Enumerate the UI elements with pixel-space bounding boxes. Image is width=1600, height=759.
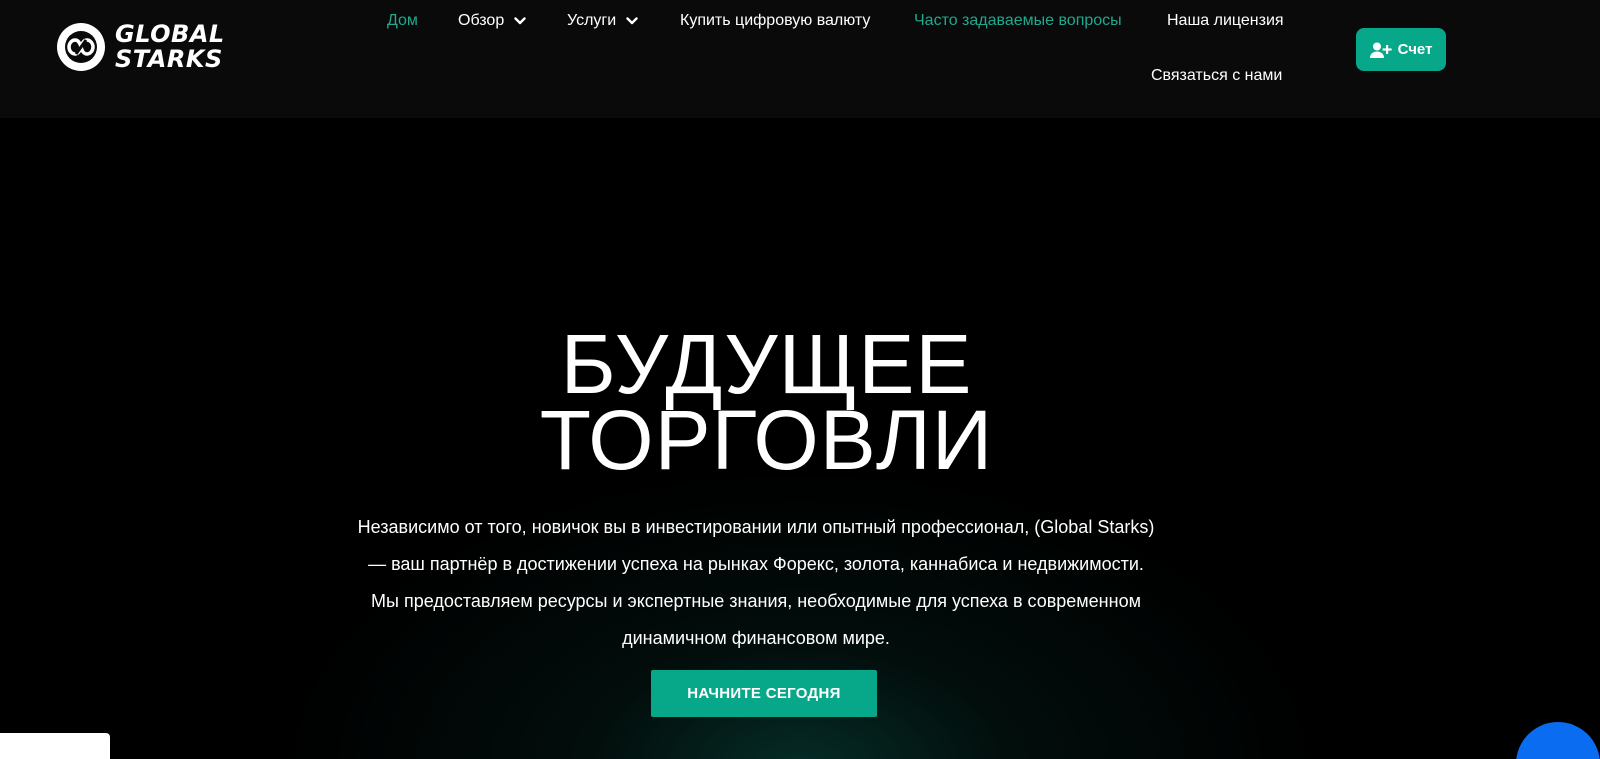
nav-home-label: Дом xyxy=(387,12,418,29)
nav-contact[interactable]: Связаться с нами xyxy=(1151,66,1282,86)
nav-buy-crypto[interactable]: Купить цифровую валюту xyxy=(680,11,870,31)
site-header: GLOBAL STARKS Дом Обзор Услуги Купить ци… xyxy=(0,0,1600,118)
brand-line-2: STARKS xyxy=(115,45,223,73)
nav-overview-label: Обзор xyxy=(458,12,505,29)
nav-contact-label: Связаться с нами xyxy=(1151,67,1283,84)
hero-text-line-4: динамичном финансовом мире. xyxy=(622,628,890,648)
hero-description: Независимо от того, новичок вы в инвести… xyxy=(322,509,1190,657)
nav-buy-crypto-label: Купить цифровую валюту xyxy=(680,12,871,29)
start-today-button[interactable]: НАЧНИТЕ СЕГОДНЯ xyxy=(651,670,877,717)
hero-title-line-2: ТОРГОВЛИ xyxy=(539,393,994,487)
account-button[interactable]: Счет xyxy=(1356,28,1446,71)
brand-logo[interactable]: GLOBAL STARKS xyxy=(55,21,225,73)
account-button-label: Счет xyxy=(1397,41,1433,58)
infinity-link-icon xyxy=(57,23,105,71)
hero-text-line-2: — ваш партнёр в достижении успеха на рын… xyxy=(368,554,1144,574)
chat-widget-button[interactable] xyxy=(1516,722,1600,759)
hero-title: БУДУЩЕЕ ТОРГОВЛИ xyxy=(0,317,1533,487)
brand-name: GLOBAL STARKS xyxy=(115,22,225,72)
chevron-down-icon xyxy=(514,17,526,25)
hero-text-line-3: Мы предоставляем ресурсы и экспертные зн… xyxy=(371,591,1141,611)
nav-faq-label: Часто задаваемые вопросы xyxy=(914,12,1122,29)
nav-home[interactable]: Дом xyxy=(387,11,418,31)
nav-faq[interactable]: Часто задаваемые вопросы xyxy=(914,11,1122,31)
nav-license-label: Наша лицензия xyxy=(1167,12,1284,29)
hero-title-line-1: БУДУЩЕЕ xyxy=(560,317,973,411)
bottom-left-widget[interactable] xyxy=(0,733,110,759)
page: GLOBAL STARKS Дом Обзор Услуги Купить ци… xyxy=(0,0,1600,759)
hero-section: БУДУЩЕЕ ТОРГОВЛИ Независимо от того, нов… xyxy=(0,118,1600,759)
nav-services-label: Услуги xyxy=(567,12,617,29)
nav-overview[interactable]: Обзор xyxy=(458,11,526,31)
brand-line-1: GLOBAL xyxy=(115,20,225,48)
hero-text-line-1: Независимо от того, новичок вы в инвести… xyxy=(357,517,1155,537)
chevron-down-icon xyxy=(626,17,638,25)
nav-services[interactable]: Услуги xyxy=(567,11,638,31)
nav-license[interactable]: Наша лицензия xyxy=(1167,11,1284,31)
user-plus-icon xyxy=(1369,42,1392,58)
